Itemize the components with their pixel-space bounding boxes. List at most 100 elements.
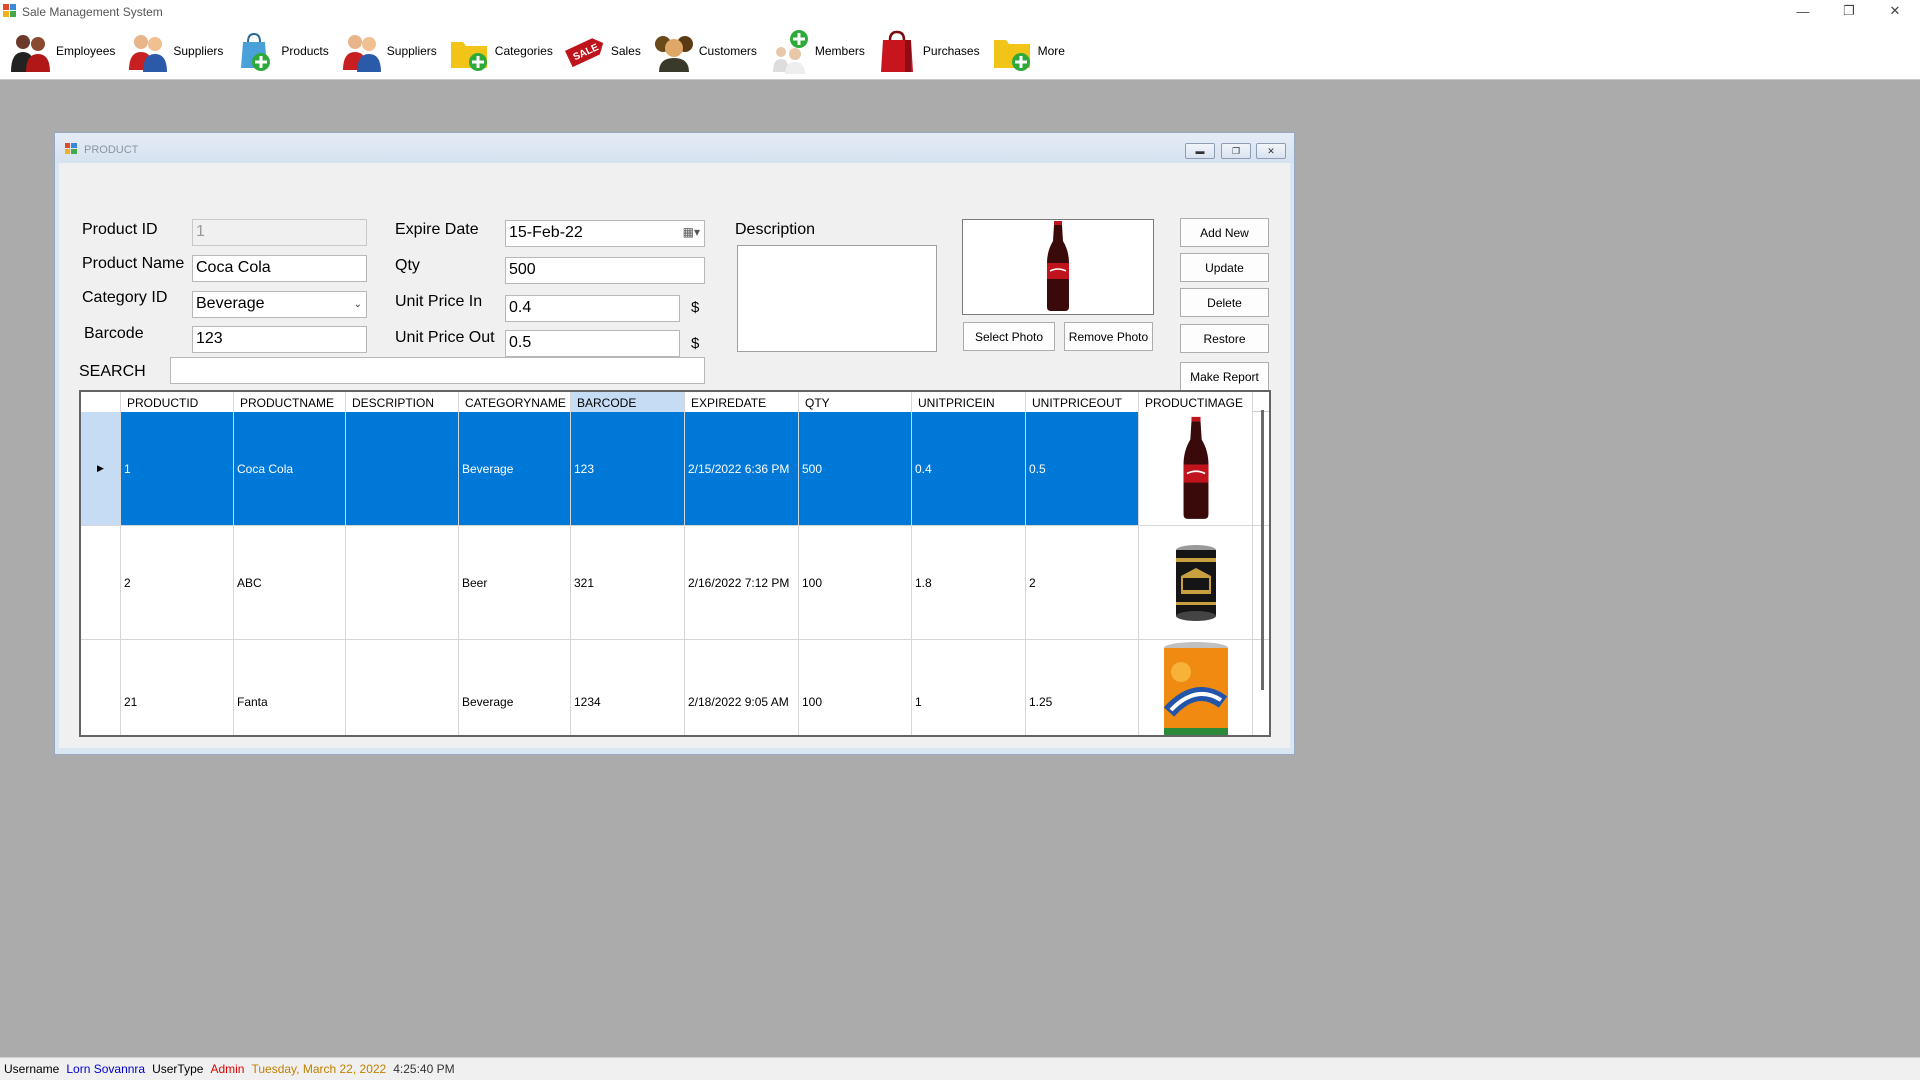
column-header[interactable]: UNITPRICEOUT bbox=[1026, 392, 1139, 412]
purchases-bag-icon bbox=[875, 28, 921, 74]
cell-barcode[interactable]: 1234 bbox=[571, 640, 685, 735]
cell-unitpricein[interactable]: 1 bbox=[912, 640, 1026, 735]
cell-productid[interactable]: 1 bbox=[121, 412, 234, 525]
members-icon bbox=[767, 28, 813, 74]
toolbar-suppliers[interactable]: Suppliers bbox=[125, 25, 223, 77]
expire-date-picker[interactable]: 15-Feb-22 ▦▾ bbox=[505, 220, 705, 247]
cell-barcode[interactable]: 321 bbox=[571, 526, 685, 639]
cell-unitpriceout[interactable]: 1.25 bbox=[1026, 640, 1139, 735]
update-button[interactable]: Update bbox=[1180, 253, 1269, 282]
cell-productid[interactable]: 2 bbox=[121, 526, 234, 639]
column-header[interactable]: BARCODE bbox=[571, 392, 685, 412]
column-header[interactable]: PRODUCTID bbox=[121, 392, 234, 412]
search-input[interactable] bbox=[170, 357, 705, 384]
toolbar-products[interactable]: Products bbox=[233, 25, 329, 77]
qty-label: Qty bbox=[395, 257, 420, 274]
product-window-titlebar[interactable]: PRODUCT ▬ ❐ ✕ bbox=[55, 133, 1294, 163]
table-row[interactable]: 2 ABC Beer 321 2/16/2022 7:12 PM 100 1.8… bbox=[81, 526, 1269, 640]
close-button[interactable]: ✕ bbox=[1872, 0, 1918, 22]
toolbar-suppliers-2[interactable]: Suppliers bbox=[339, 25, 437, 77]
column-header[interactable]: QTY bbox=[799, 392, 912, 412]
child-restore-button[interactable]: ❐ bbox=[1221, 143, 1251, 159]
description-textarea[interactable] bbox=[737, 245, 937, 352]
toolbar-more[interactable]: More bbox=[990, 25, 1065, 77]
restore-button[interactable]: ❐ bbox=[1826, 0, 1872, 22]
row-selector-icon[interactable]: ▶ bbox=[81, 412, 121, 525]
customers-icon bbox=[651, 28, 697, 74]
cell-expiredate[interactable]: 2/16/2022 7:12 PM bbox=[685, 526, 799, 639]
fanta-can-image bbox=[1163, 642, 1228, 735]
column-header[interactable]: UNITPRICEIN bbox=[912, 392, 1026, 412]
row-header[interactable] bbox=[81, 640, 121, 735]
restore-button[interactable]: Restore bbox=[1180, 324, 1269, 353]
products-grid[interactable]: PRODUCTID PRODUCTNAME DESCRIPTION CATEGO… bbox=[79, 390, 1271, 737]
column-header[interactable]: DESCRIPTION bbox=[346, 392, 459, 412]
grid-vertical-scrollbar[interactable] bbox=[1261, 410, 1264, 690]
toolbar-employees[interactable]: Employees bbox=[8, 25, 115, 77]
main-toolbar: Employees Suppliers Products Suppliers C… bbox=[0, 22, 1920, 80]
child-minimize-button[interactable]: ▬ bbox=[1185, 143, 1215, 159]
product-photo bbox=[962, 219, 1154, 315]
cell-unitpricein[interactable]: 1.8 bbox=[912, 526, 1026, 639]
select-photo-button[interactable]: Select Photo bbox=[963, 322, 1055, 351]
column-header[interactable]: PRODUCTIMAGE bbox=[1139, 392, 1253, 412]
suppliers-icon bbox=[339, 28, 385, 74]
toolbar-purchases[interactable]: Purchases bbox=[875, 25, 980, 77]
unit-price-in-field[interactable]: 0.4 bbox=[505, 295, 680, 322]
calendar-dropdown-icon[interactable]: ▦▾ bbox=[683, 225, 700, 239]
toolbar-customers[interactable]: Customers bbox=[651, 25, 757, 77]
toolbar-members[interactable]: Members bbox=[767, 25, 865, 77]
qty-field[interactable]: 500 bbox=[505, 257, 705, 284]
cell-qty[interactable]: 100 bbox=[799, 640, 912, 735]
cell-productimage[interactable] bbox=[1139, 412, 1253, 525]
product-name-field[interactable]: Coca Cola bbox=[192, 255, 367, 282]
cell-unitpriceout[interactable]: 0.5 bbox=[1026, 412, 1139, 525]
table-row[interactable]: 21 Fanta Beverage 1234 2/18/2022 9:05 AM… bbox=[81, 640, 1269, 735]
product-window-title: PRODUCT bbox=[84, 144, 139, 156]
grid-corner-header bbox=[81, 392, 121, 412]
child-close-button[interactable]: ✕ bbox=[1256, 143, 1286, 159]
make-report-button[interactable]: Make Report bbox=[1180, 362, 1269, 391]
toolbar-categories[interactable]: Categories bbox=[447, 25, 553, 77]
column-header[interactable]: PRODUCTNAME bbox=[234, 392, 346, 412]
add-new-button[interactable]: Add New bbox=[1180, 218, 1269, 247]
cell-unitpricein[interactable]: 0.4 bbox=[912, 412, 1026, 525]
cell-productid[interactable]: 21 bbox=[121, 640, 234, 735]
cell-barcode[interactable]: 123 bbox=[571, 412, 685, 525]
title-bar: Sale Management System — ❐ ✕ bbox=[0, 0, 1920, 22]
expire-date-value: 15-Feb-22 bbox=[509, 224, 583, 241]
chevron-down-icon: ⌄ bbox=[353, 299, 362, 310]
toolbar-sales[interactable]: SALE Sales bbox=[563, 25, 641, 77]
cell-productimage[interactable] bbox=[1139, 526, 1253, 639]
cell-description[interactable] bbox=[346, 640, 459, 735]
cell-productname[interactable]: Fanta bbox=[234, 640, 346, 735]
product-form: Product ID 1 Product Name Coca Cola Cate… bbox=[59, 163, 1290, 748]
cell-categoryname[interactable]: Beverage bbox=[459, 412, 571, 525]
column-header[interactable]: CATEGORYNAME bbox=[459, 392, 571, 412]
row-header[interactable] bbox=[81, 526, 121, 639]
description-label: Description bbox=[735, 221, 816, 238]
cell-categoryname[interactable]: Beer bbox=[459, 526, 571, 639]
cell-productimage[interactable] bbox=[1139, 640, 1253, 735]
cell-expiredate[interactable]: 2/18/2022 9:05 AM bbox=[685, 640, 799, 735]
cell-categoryname[interactable]: Beverage bbox=[459, 640, 571, 735]
cell-unitpriceout[interactable]: 2 bbox=[1026, 526, 1139, 639]
expire-date-label: Expire Date bbox=[395, 221, 479, 238]
cell-qty[interactable]: 100 bbox=[799, 526, 912, 639]
unit-price-out-field[interactable]: 0.5 bbox=[505, 330, 680, 357]
column-header[interactable]: EXPIREDATE bbox=[685, 392, 799, 412]
suppliers-icon bbox=[125, 28, 171, 74]
minimize-button[interactable]: — bbox=[1780, 0, 1826, 22]
cell-description[interactable] bbox=[346, 526, 459, 639]
cell-productname[interactable]: Coca Cola bbox=[234, 412, 346, 525]
delete-button[interactable]: Delete bbox=[1180, 288, 1269, 317]
barcode-field[interactable]: 123 bbox=[192, 326, 367, 353]
status-bar: Username Lorn Sovannra UserType Admin Tu… bbox=[0, 1057, 1920, 1080]
cell-productname[interactable]: ABC bbox=[234, 526, 346, 639]
remove-photo-button[interactable]: Remove Photo bbox=[1064, 322, 1153, 351]
cell-qty[interactable]: 500 bbox=[799, 412, 912, 525]
cell-expiredate[interactable]: 2/15/2022 6:36 PM bbox=[685, 412, 799, 525]
category-id-dropdown[interactable]: Beverage ⌄ bbox=[192, 291, 367, 318]
table-row[interactable]: ▶ 1 Coca Cola Beverage 123 2/15/2022 6:3… bbox=[81, 412, 1269, 526]
cell-description[interactable] bbox=[346, 412, 459, 525]
